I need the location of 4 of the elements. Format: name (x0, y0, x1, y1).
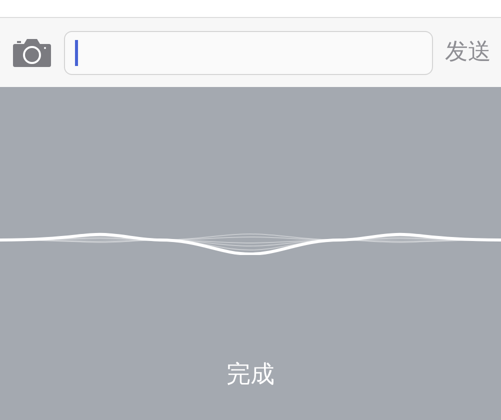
done-button[interactable]: 完成 (226, 360, 274, 389)
send-button[interactable]: 发送 (445, 38, 491, 66)
camera-icon[interactable] (12, 38, 52, 68)
message-field[interactable] (64, 30, 433, 74)
